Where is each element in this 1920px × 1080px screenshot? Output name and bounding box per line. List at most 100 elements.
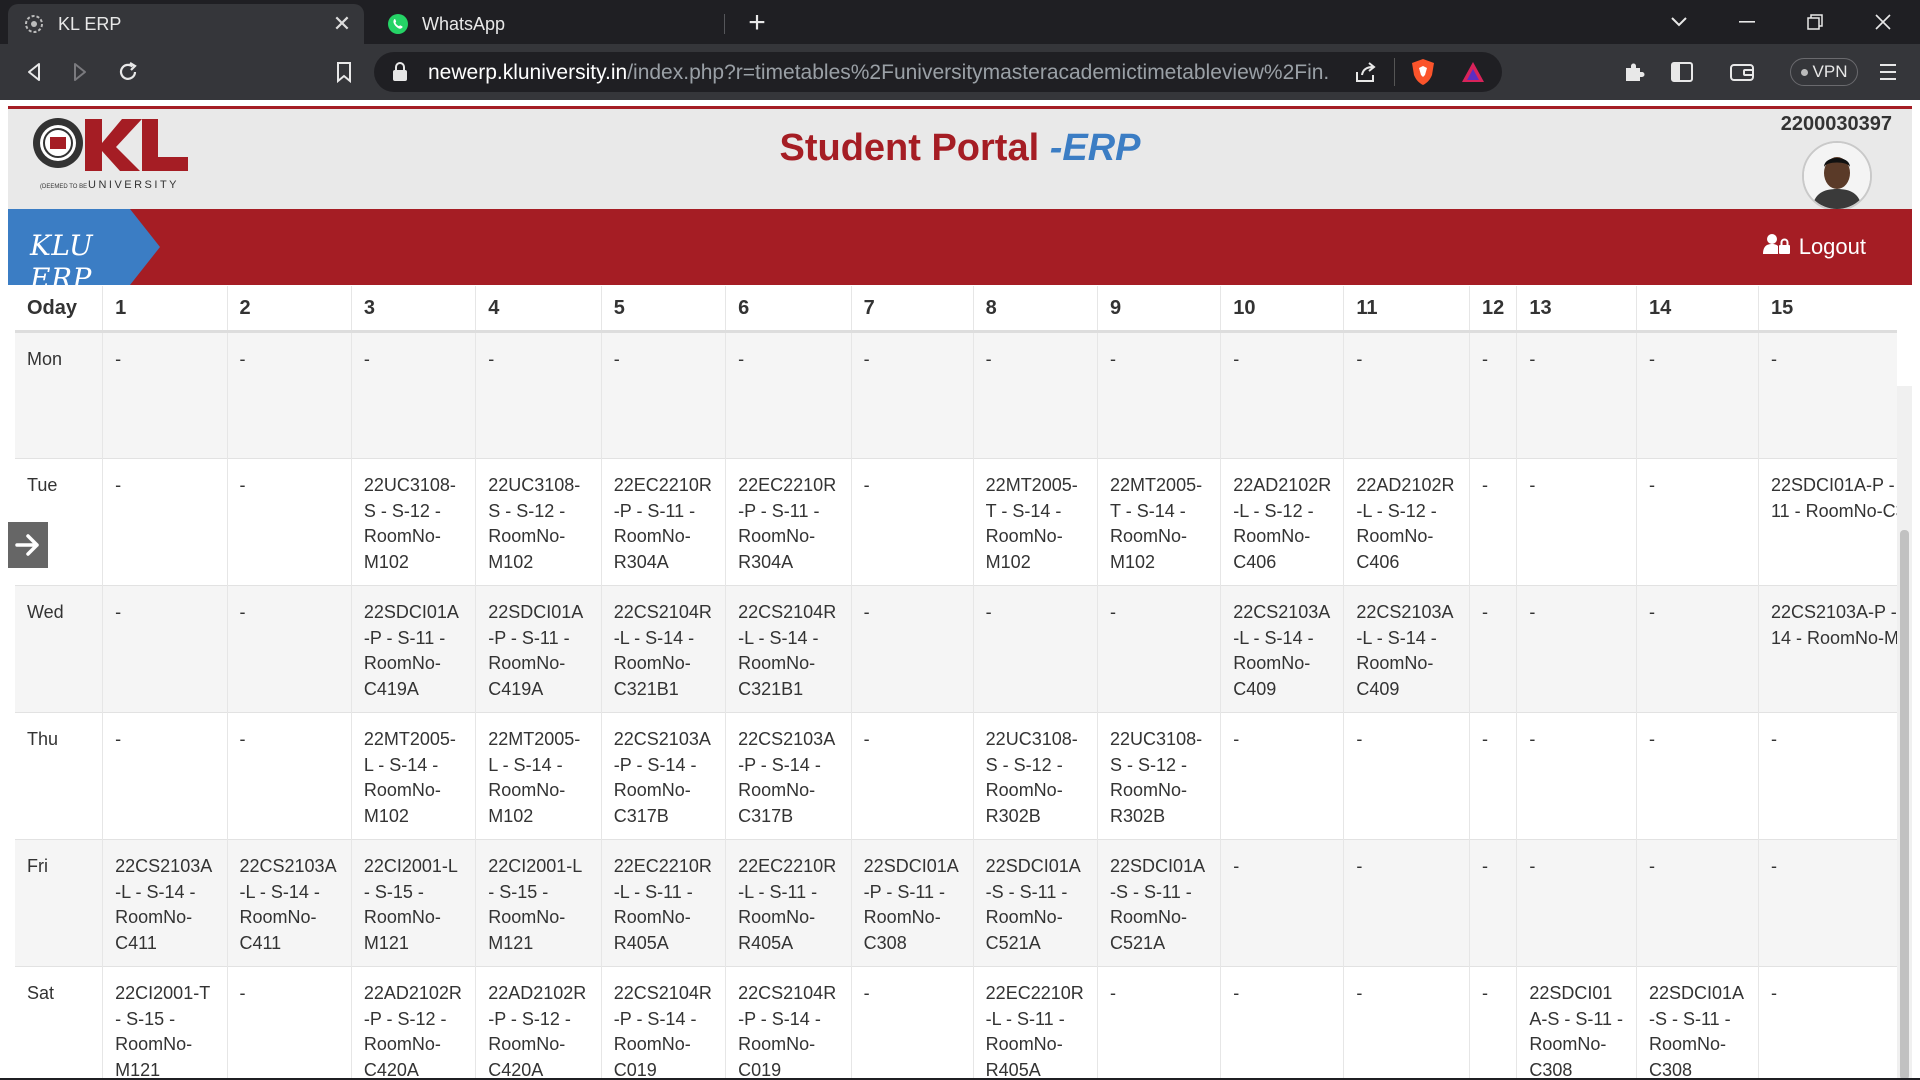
timetable-cell: 22CS2103A-P - S-14 - RoomNo-C317B [725, 712, 852, 840]
timetable-cell: - [1343, 712, 1470, 840]
timetable-cell: - [1468, 712, 1517, 840]
timetable-cell: 22SDCI01A-P - S-11 - RoomNo-C419A [350, 585, 476, 713]
arrow-right-icon [15, 534, 39, 556]
column-header-period: 14 [1635, 286, 1759, 333]
new-tab-button[interactable]: + [740, 6, 774, 40]
timetable-cell: 22SDCI01A-P - S-11 - RoomNo-C308 [850, 839, 974, 967]
sidebar-toggle-button[interactable] [8, 522, 48, 568]
timetable-cell: 22EC2210R-L - S-11 - RoomNo-R405A [600, 839, 726, 967]
table-row: Mon - - - - - - - - - - - - - - - [15, 331, 1897, 459]
timetable-cell: 22EC2210R-P - S-11 - RoomNo-R304A [725, 458, 852, 586]
table-row: Tue - -22UC3108-S - S-12 - RoomNo-M102 22UC… [15, 458, 1897, 586]
share-icon[interactable] [1354, 60, 1378, 89]
brave-shield-icon[interactable] [1410, 58, 1436, 91]
table-row: Sat 22CI2001-T - S-15 - RoomNo-M121-22AD2… [15, 966, 1897, 1080]
whatsapp-icon [386, 12, 410, 36]
sidebar-toggle-icon[interactable] [1664, 54, 1700, 90]
timetable-cell: - [102, 712, 227, 840]
timetable-cell: - [350, 331, 476, 459]
timetable-cell: - [1468, 839, 1517, 967]
timetable-cell: 22SDCI01A-S - S-11 - RoomNo-C521A [1097, 839, 1221, 967]
menu-icon[interactable] [1870, 54, 1906, 90]
tab-title: KL ERP [58, 13, 122, 34]
timetable-cell: - [600, 331, 726, 459]
timetable-cell: - [226, 458, 352, 586]
timetable-cell: - [475, 331, 602, 459]
timetable-cell: 22CS2103A-L - S-14 - RoomNo-C411 [226, 839, 352, 967]
timetable-cell: - [1343, 839, 1470, 967]
timetable-cell: - [1343, 966, 1470, 1080]
timetable-cell: 22CS2104R-L - S-14 - RoomNo-C321B1 [725, 585, 852, 713]
timetable-cell: - [850, 458, 974, 586]
timetable-cell: - [1468, 585, 1517, 713]
timetable-cell: - [972, 585, 1098, 713]
tab-kl-erp[interactable]: KL ERP ✕ [8, 4, 364, 44]
address-bar[interactable]: newerp.kluniversity.in/index.php?r=timet… [374, 52, 1502, 92]
extensions-icon[interactable] [1616, 54, 1652, 90]
back-button[interactable] [16, 54, 52, 90]
timetable-cell: 22UC3108-S - S-12 - RoomNo-R302B [972, 712, 1098, 840]
timetable-cell: 22UC3108-S - S-12 - RoomNo-M102 [475, 458, 602, 586]
timetable-cell: - [102, 331, 227, 459]
tab-search-chevron-icon[interactable] [1652, 0, 1706, 44]
column-header-period: 5 [600, 286, 726, 333]
timetable-cell: 22CI2001-T - S-15 - RoomNo-M121 [102, 966, 227, 1080]
timetable-cell: - [850, 966, 974, 1080]
url-path: /index.php?r=timetables%2Funiversitymast… [627, 61, 1328, 84]
vpn-button[interactable]: VPN [1790, 58, 1858, 86]
wallet-icon[interactable] [1724, 54, 1760, 90]
timetable-cell: 22MT2005-L - S-14 - RoomNo-M102 [475, 712, 602, 840]
timetable-cell: 22EC2210R-L - S-11 - RoomNo-R405A [725, 839, 852, 967]
timetable-cell: - [1516, 458, 1637, 586]
timetable-cell: - [1635, 712, 1759, 840]
url-host: newerp.kluniversity.in [428, 61, 628, 84]
portal-title-accent: -ERP [1049, 127, 1141, 169]
timetable-cell: 22AD2102R-P - S-12 - RoomNo-C420A [350, 966, 476, 1080]
close-tab-icon[interactable]: ✕ [328, 10, 356, 38]
day-label: Fri [15, 839, 103, 967]
timetable-cell: 22SDCI01A-S - S-11 - RoomNo-C308 [1635, 966, 1759, 1080]
bookmark-icon[interactable] [326, 54, 362, 90]
address-divider [1394, 58, 1395, 86]
timetable-cell: - [1220, 331, 1344, 459]
timetable-cell: - [1516, 839, 1637, 967]
restore-window-button[interactable] [1788, 0, 1842, 44]
timetable-cell: 22AD2102R-P - S-12 - RoomNo-C420A [475, 966, 602, 1080]
user-lock-icon [1762, 233, 1799, 261]
timetable-cell: 22EC2210R-L - S-11 - RoomNo-R405A [972, 966, 1098, 1080]
column-header-period: 15 [1757, 286, 1897, 333]
klu-erp-brand[interactable]: KLU ERP [8, 209, 160, 285]
timetable-cell: - [1468, 966, 1517, 1080]
timetable-cell: 22AD2102R-L - S-12 - RoomNo-C406 [1343, 458, 1470, 586]
minimize-window-button[interactable] [1720, 0, 1774, 44]
timetable-cell: - [102, 458, 227, 586]
timetable-cell: 22CS2103A-L - S-14 - RoomNo-C409 [1220, 585, 1344, 713]
table-row: Thu - -22MT2005-L - S-14 - RoomNo-M102 22MT… [15, 712, 1897, 840]
logout-button[interactable]: Logout [1762, 233, 1866, 261]
vpn-label: VPN [1812, 62, 1848, 81]
column-header-period: 8 [972, 286, 1098, 333]
url-text[interactable]: newerp.kluniversity.in/index.php?r=timet… [428, 61, 1328, 85]
timetable-cell: - [1468, 458, 1517, 586]
timetable-cell: - [1220, 712, 1344, 840]
erp-page: (DEEMED TO BE UNIVERSITY Student Portal … [0, 100, 1920, 1080]
scrollbar-thumb[interactable] [1900, 530, 1909, 1080]
table-row: Fri 22CS2103A-L - S-14 - RoomNo-C411 22CS2… [15, 839, 1897, 967]
timetable: Oday 1 2 3 4 5 6 7 8 9 10 11 12 13 14 15 Mon - - - - - - - - - - -… [15, 286, 1897, 1080]
column-header-period: 1 [102, 286, 227, 333]
timetable-cell: 22CI2001-L - S-15 - RoomNo-M121 [350, 839, 476, 967]
timetable-cell: - [1097, 331, 1221, 459]
timetable-cell: - [226, 331, 352, 459]
tab-whatsapp[interactable]: WhatsApp [372, 4, 722, 44]
table-body: Mon - - - - - - - - - - - - - - - Tue - -22UC3108-S - S-12… [15, 331, 1897, 1080]
forward-button[interactable] [62, 54, 98, 90]
timetable-cell: - [1220, 966, 1344, 1080]
timetable-cell: 22CS2104R-L - S-14 - RoomNo-C321B1 [600, 585, 726, 713]
timetable-cell: - [850, 585, 974, 713]
avatar[interactable] [1802, 141, 1872, 211]
timetable-cell: 22EC2210R-P - S-11 - RoomNo-R304A [600, 458, 726, 586]
timetable-cell: 22SDCI01A-S - S-11 - RoomNo-C521A [972, 839, 1098, 967]
brave-rewards-icon[interactable] [1460, 60, 1486, 89]
reload-button[interactable] [110, 54, 146, 90]
close-window-button[interactable] [1856, 0, 1910, 44]
